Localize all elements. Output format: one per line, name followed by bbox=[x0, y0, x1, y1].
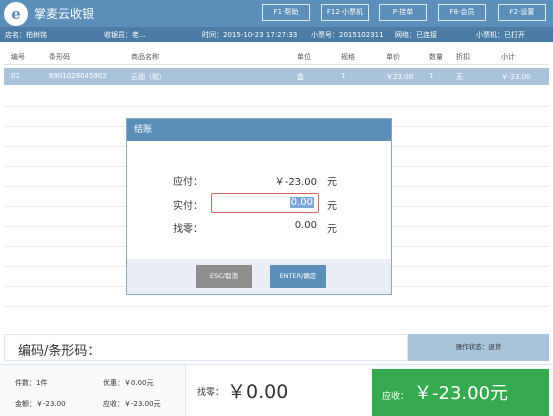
top-header: e 掌麦云收银 F1·帮助 F12·小票机 P·挂单 F8·会员 F2·设置 bbox=[0, 0, 553, 27]
change-summary-label: 找零： bbox=[197, 388, 225, 398]
checkout-dialog-title: 结账 bbox=[127, 119, 391, 141]
payable-label: 应付： bbox=[173, 177, 203, 188]
change-unit: 元 bbox=[327, 224, 337, 235]
cancel-button[interactable]: ESC/取消 bbox=[196, 265, 252, 288]
item-count: 件数：1件 bbox=[15, 379, 48, 387]
help-button[interactable]: F1·帮助 bbox=[262, 4, 310, 21]
column-subtotal: 小计 bbox=[501, 53, 515, 61]
printer-button[interactable]: F12·小票机 bbox=[321, 4, 369, 21]
table-header: 编号 条形码 商品名称 单位 规格 单价 数量 折扣 小计 bbox=[4, 48, 549, 65]
receivable-small: 应收：￥-23.00元 bbox=[103, 400, 161, 408]
row-discount: 无 bbox=[456, 73, 463, 81]
checkout-dialog: 结账 应付： ￥-23.00 元 实付： 元 0.00 找零： 0.00 元 E… bbox=[126, 118, 392, 295]
row-product-name: 云烟（软） bbox=[131, 73, 166, 81]
row-unit: 盒 bbox=[297, 73, 304, 81]
summary-bar: 件数：1件 优惠：￥0.00元 金额：￥-23.00 应收：￥-23.00元 找… bbox=[0, 364, 553, 416]
table-row[interactable]: 01 6901028045902 云烟（软） 盒 1 ￥23.00 1 无 ￥-… bbox=[4, 68, 549, 85]
printer-status: 小票机：已打开 bbox=[476, 31, 525, 39]
paid-unit: 元 bbox=[327, 201, 337, 212]
row-quantity: 1 bbox=[429, 72, 434, 80]
row-unit-price: ￥23.00 bbox=[386, 73, 414, 81]
column-product-name: 商品名称 bbox=[131, 53, 159, 61]
column-unit-price: 单价 bbox=[386, 53, 400, 61]
table-grid-line bbox=[4, 306, 549, 307]
checkout-dialog-footer: ESC/取消 ENTER/确定 bbox=[127, 259, 391, 294]
row-spec: 1 bbox=[341, 72, 346, 80]
column-discount: 折扣 bbox=[456, 53, 470, 61]
row-barcode: 6901028045902 bbox=[49, 72, 107, 80]
column-unit: 单位 bbox=[297, 53, 311, 61]
table-grid-line bbox=[4, 106, 549, 107]
paid-amount-input[interactable]: 0.00 bbox=[211, 193, 319, 213]
column-spec: 规格 bbox=[341, 53, 355, 61]
network-status: 网络：已连接 bbox=[395, 31, 437, 39]
total-amount: 金额：￥-23.00 bbox=[15, 400, 66, 408]
receipt-number: 小票号：2015102311 bbox=[311, 31, 384, 39]
change-summary-value: ￥0.00 bbox=[227, 381, 289, 403]
receivable-value: ￥-23.00元 bbox=[414, 383, 509, 404]
row-number: 01 bbox=[11, 72, 20, 80]
change-value: 0.00 bbox=[294, 220, 317, 231]
member-button[interactable]: F8·会员 bbox=[438, 4, 486, 21]
cashier-name: 收银员：老... bbox=[104, 31, 146, 39]
row-subtotal: ￥-23.00 bbox=[501, 73, 531, 81]
operation-status: 操作状态：退货 bbox=[408, 334, 549, 361]
column-number: 编号 bbox=[11, 53, 25, 61]
barcode-input-area[interactable]: 编码/条形码： bbox=[4, 334, 408, 361]
receivable-label: 应收： bbox=[382, 392, 410, 402]
app-title: 掌麦云收银 bbox=[34, 7, 95, 21]
column-quantity: 数量 bbox=[429, 53, 443, 61]
barcode-label: 编码/条形码： bbox=[18, 344, 101, 359]
settings-button[interactable]: F2·设置 bbox=[498, 4, 546, 21]
discount-amount: 优惠：￥0.00元 bbox=[103, 379, 154, 387]
logo-icon: e bbox=[4, 2, 28, 26]
column-barcode: 条形码 bbox=[49, 53, 70, 61]
confirm-button[interactable]: ENTER/确定 bbox=[270, 265, 326, 288]
receivable-box: 应收： ￥-23.00元 bbox=[372, 369, 549, 416]
paid-amount-value: 0.00 bbox=[289, 197, 314, 208]
payable-unit: 元 bbox=[327, 177, 337, 188]
change-box: 找零： ￥0.00 bbox=[185, 365, 370, 416]
current-time: 时间：2015-10-23 17:27:33 bbox=[202, 31, 298, 39]
payable-value: ￥-23.00 bbox=[274, 177, 317, 188]
store-name: 店名：柏树铭 bbox=[5, 31, 47, 39]
paid-label: 实付： bbox=[173, 201, 203, 212]
status-info-bar: 店名：柏树铭 收银员：老... 时间：2015-10-23 17:27:33 小… bbox=[0, 27, 553, 42]
change-label: 找零： bbox=[173, 224, 203, 235]
hold-order-button[interactable]: P·挂单 bbox=[379, 4, 427, 21]
